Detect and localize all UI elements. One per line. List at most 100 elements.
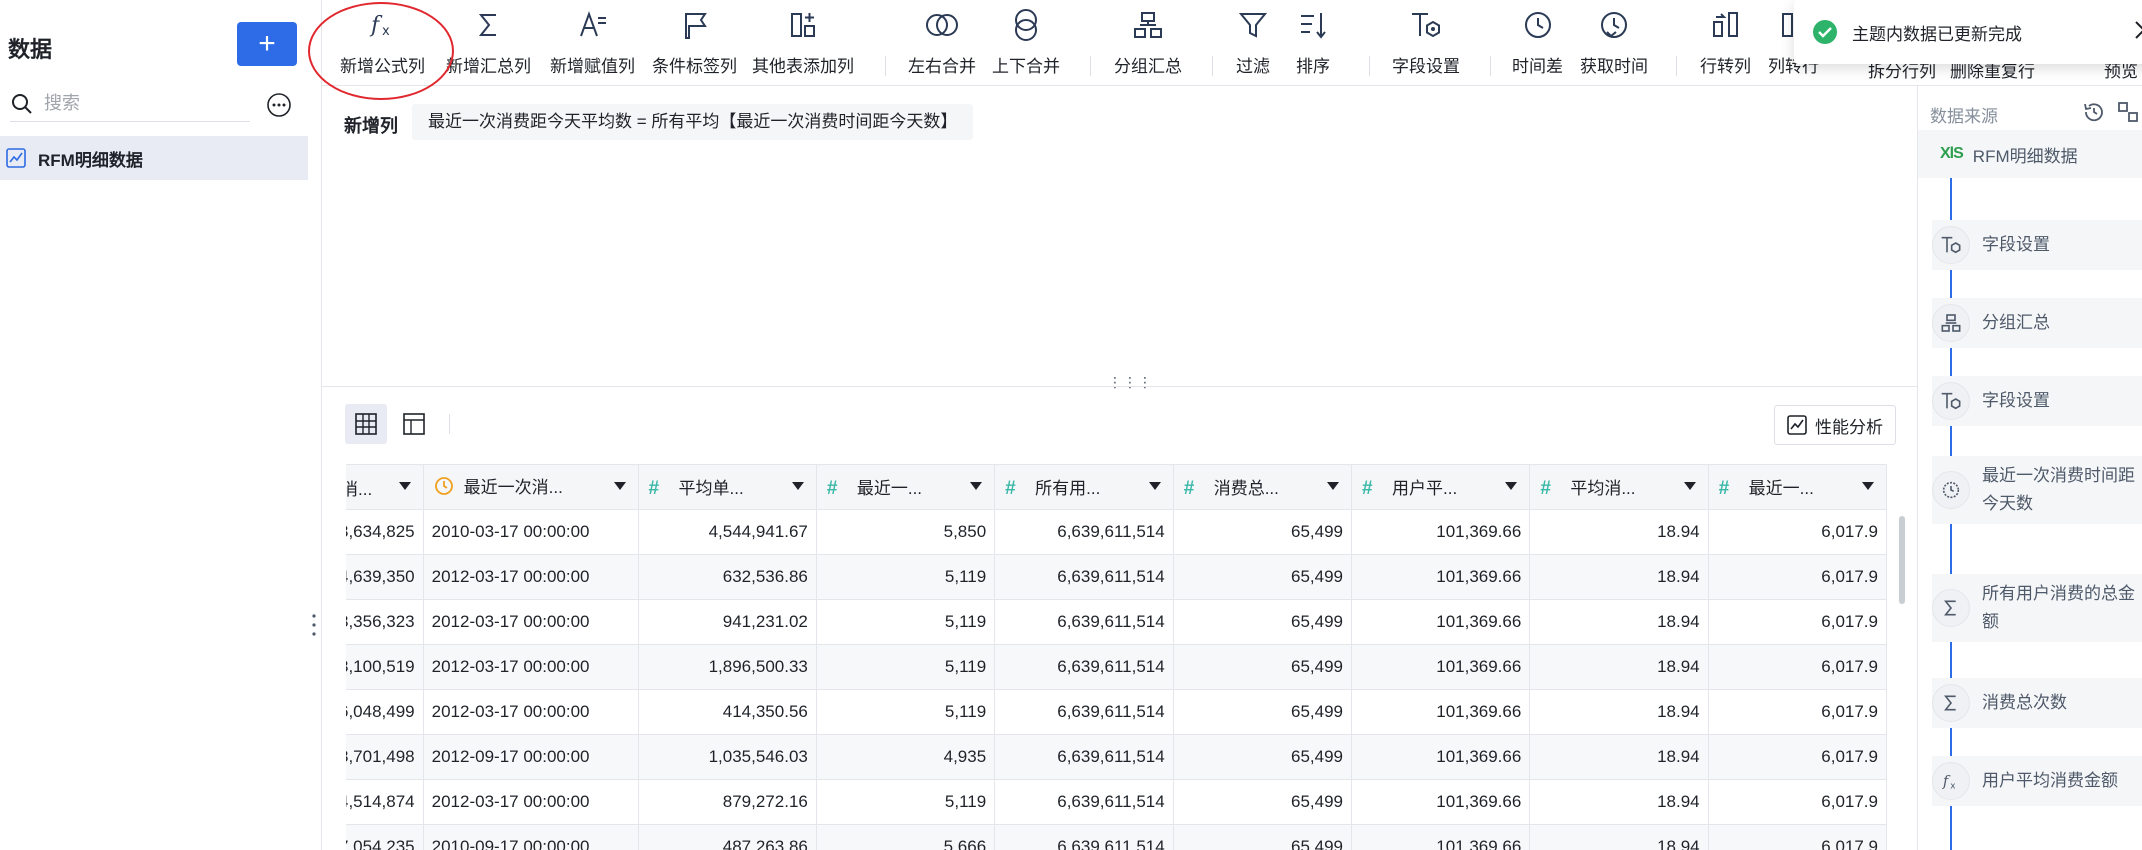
table-row[interactable]: 8,701,498 2012-09-17 00:00:00 1,035,546.03… xyxy=(346,734,1888,780)
add-summary-column-button[interactable]: 新增汇总列 xyxy=(446,8,531,80)
close-icon[interactable] xyxy=(2132,18,2142,42)
table-cell[interactable]: 18.94 xyxy=(1529,644,1709,690)
table-cell[interactable]: 8,356,323 xyxy=(346,599,424,645)
table-cell[interactable]: 632,536.86 xyxy=(637,554,817,600)
column-header[interactable]: # 用户平... xyxy=(1351,464,1531,510)
table-cell[interactable]: 6,017.9 xyxy=(1707,689,1888,735)
lineage-source[interactable]: XlS RFM明细数据 xyxy=(1918,130,2142,178)
dropdown-caret-icon[interactable] xyxy=(1148,482,1161,490)
sort-button[interactable]: 排序 xyxy=(1296,8,1330,80)
table-cell[interactable]: 941,231.02 xyxy=(637,599,817,645)
table-cell[interactable]: 2010-09-17 00:00:00 xyxy=(422,824,639,850)
lineage-node[interactable]: 字段设置 xyxy=(1932,220,2142,270)
table-cell[interactable]: 65,499 xyxy=(1172,554,1353,600)
history-icon[interactable] xyxy=(2082,100,2106,124)
row-to-column-button[interactable]: 行转列 xyxy=(1700,8,1751,80)
resize-handle-icon[interactable] xyxy=(310,612,318,638)
table-cell[interactable]: 101,369.66 xyxy=(1351,734,1531,780)
table-cell[interactable]: 487,263.86 xyxy=(637,824,817,850)
add-data-button[interactable]: + xyxy=(237,22,297,66)
table-cell[interactable]: 101,369.66 xyxy=(1351,689,1531,735)
table-cell[interactable]: 6,639,611,514 xyxy=(994,644,1174,690)
dropdown-caret-icon[interactable] xyxy=(613,482,626,490)
table-cell[interactable]: 6,639,611,514 xyxy=(994,509,1174,555)
table-cell[interactable]: 18.94 xyxy=(1529,824,1709,850)
table-cell[interactable]: 5,850 xyxy=(815,509,996,555)
table-cell[interactable]: 101,369.66 xyxy=(1351,644,1531,690)
column-header[interactable]: # 最近一... xyxy=(815,464,996,510)
table-cell[interactable]: 65,499 xyxy=(1172,734,1353,780)
more-options-icon[interactable] xyxy=(266,92,292,118)
column-header[interactable]: 消... xyxy=(346,464,424,510)
table-cell[interactable]: 2012-03-17 00:00:00 xyxy=(422,644,639,690)
table-cell[interactable]: 101,369.66 xyxy=(1351,554,1531,600)
table-row[interactable]: 8,356,323 2012-03-17 00:00:00 941,231.02 5,… xyxy=(346,599,1888,645)
dropdown-caret-icon[interactable] xyxy=(1327,482,1340,490)
table-cell[interactable]: 4,935 xyxy=(815,734,996,780)
table-cell[interactable]: 65,499 xyxy=(1172,644,1353,690)
table-cell[interactable]: 18.94 xyxy=(1529,509,1709,555)
filter-button[interactable]: 过滤 xyxy=(1236,8,1270,80)
column-header[interactable]: # 所有用... xyxy=(994,464,1174,510)
add-column-from-table-button[interactable]: 其他表添加列 xyxy=(752,8,854,80)
table-cell[interactable]: 5,119 xyxy=(815,689,996,735)
column-header[interactable]: # 最近一... xyxy=(1707,464,1888,510)
merge-horizontal-button[interactable]: 左右合并 xyxy=(908,8,976,80)
table-cell[interactable]: 6,017.9 xyxy=(1707,644,1888,690)
panel-splitter-icon[interactable]: ⋮⋮⋮ xyxy=(1108,374,1153,391)
table-cell[interactable]: 6,639,611,514 xyxy=(994,554,1174,600)
dropdown-caret-icon[interactable] xyxy=(791,482,804,490)
dropdown-caret-icon[interactable] xyxy=(1683,482,1696,490)
table-cell[interactable]: 101,369.66 xyxy=(1351,824,1531,850)
dropdown-caret-icon[interactable] xyxy=(970,482,983,490)
table-cell[interactable]: 6,017.9 xyxy=(1707,734,1888,780)
table-cell[interactable]: 4,639,350 xyxy=(346,554,424,600)
table-row[interactable]: 3,634,825 2010-03-17 00:00:00 4,544,941.67… xyxy=(346,509,1888,555)
table-cell[interactable]: 6,017.9 xyxy=(1707,554,1888,600)
table-cell[interactable]: 65,499 xyxy=(1172,824,1353,850)
column-header[interactable]: # 平均单... xyxy=(637,464,817,510)
table-cell[interactable]: 4,514,874 xyxy=(346,779,424,825)
layout-toggle-icon[interactable] xyxy=(2116,100,2140,124)
table-cell[interactable]: 5,119 xyxy=(815,779,996,825)
table-cell[interactable]: 18.94 xyxy=(1529,554,1709,600)
condition-tag-column-button[interactable]: 条件标签列 xyxy=(652,8,737,80)
table-row[interactable]: 4,639,350 2012-03-17 00:00:00 632,536.86 5,… xyxy=(346,554,1888,600)
lineage-node[interactable]: 所有用户消费的总金额 xyxy=(1932,574,2142,642)
table-cell[interactable]: 414,350.56 xyxy=(637,689,817,735)
column-header[interactable]: # 平均消... xyxy=(1529,464,1709,510)
table-cell[interactable]: 65,499 xyxy=(1172,779,1353,825)
table-cell[interactable]: 18.94 xyxy=(1529,599,1709,645)
add-formula-column-button[interactable]: fx 新增公式列 xyxy=(340,8,425,80)
dropdown-caret-icon[interactable] xyxy=(398,482,411,490)
table-cell[interactable]: 101,369.66 xyxy=(1351,599,1531,645)
table-cell[interactable]: 6,017.9 xyxy=(1707,509,1888,555)
vertical-scrollbar[interactable] xyxy=(1899,516,1905,604)
table-cell[interactable]: 18.94 xyxy=(1529,734,1709,780)
table-cell[interactable]: 65,499 xyxy=(1172,689,1353,735)
table-cell[interactable]: 7,054,235 xyxy=(346,824,424,850)
table-cell[interactable]: 3,634,825 xyxy=(346,509,424,555)
table-cell[interactable]: 1,896,500.33 xyxy=(637,644,817,690)
table-cell[interactable]: 2012-03-17 00:00:00 xyxy=(422,779,639,825)
table-cell[interactable]: 5,666 xyxy=(815,824,996,850)
add-assign-column-button[interactable]: 新增赋值列 xyxy=(550,8,635,80)
table-cell[interactable]: 5,119 xyxy=(815,599,996,645)
table-cell[interactable]: 6,639,611,514 xyxy=(994,779,1174,825)
column-header[interactable]: 最近一次消... xyxy=(422,464,639,510)
table-cell[interactable]: 65,499 xyxy=(1172,599,1353,645)
lineage-node[interactable]: 字段设置 xyxy=(1932,376,2142,426)
table-cell[interactable]: 18.94 xyxy=(1529,779,1709,825)
table-row[interactable]: 7,054,235 2010-09-17 00:00:00 487,263.86 5,… xyxy=(346,824,1888,850)
group-summary-button[interactable]: 分组汇总 xyxy=(1114,8,1182,80)
table-cell[interactable]: 2012-09-17 00:00:00 xyxy=(422,734,639,780)
table-cell[interactable]: 6,017.9 xyxy=(1707,824,1888,850)
table-cell[interactable]: 5,119 xyxy=(815,644,996,690)
table-cell[interactable]: 6,639,611,514 xyxy=(994,689,1174,735)
table-cell[interactable]: 879,272.16 xyxy=(637,779,817,825)
table-cell[interactable]: 8,701,498 xyxy=(346,734,424,780)
table-cell[interactable]: 6,017.9 xyxy=(1707,779,1888,825)
table-cell[interactable]: 101,369.66 xyxy=(1351,779,1531,825)
table-cell[interactable]: 6,017.9 xyxy=(1707,599,1888,645)
table-cell[interactable]: 1,035,546.03 xyxy=(637,734,817,780)
